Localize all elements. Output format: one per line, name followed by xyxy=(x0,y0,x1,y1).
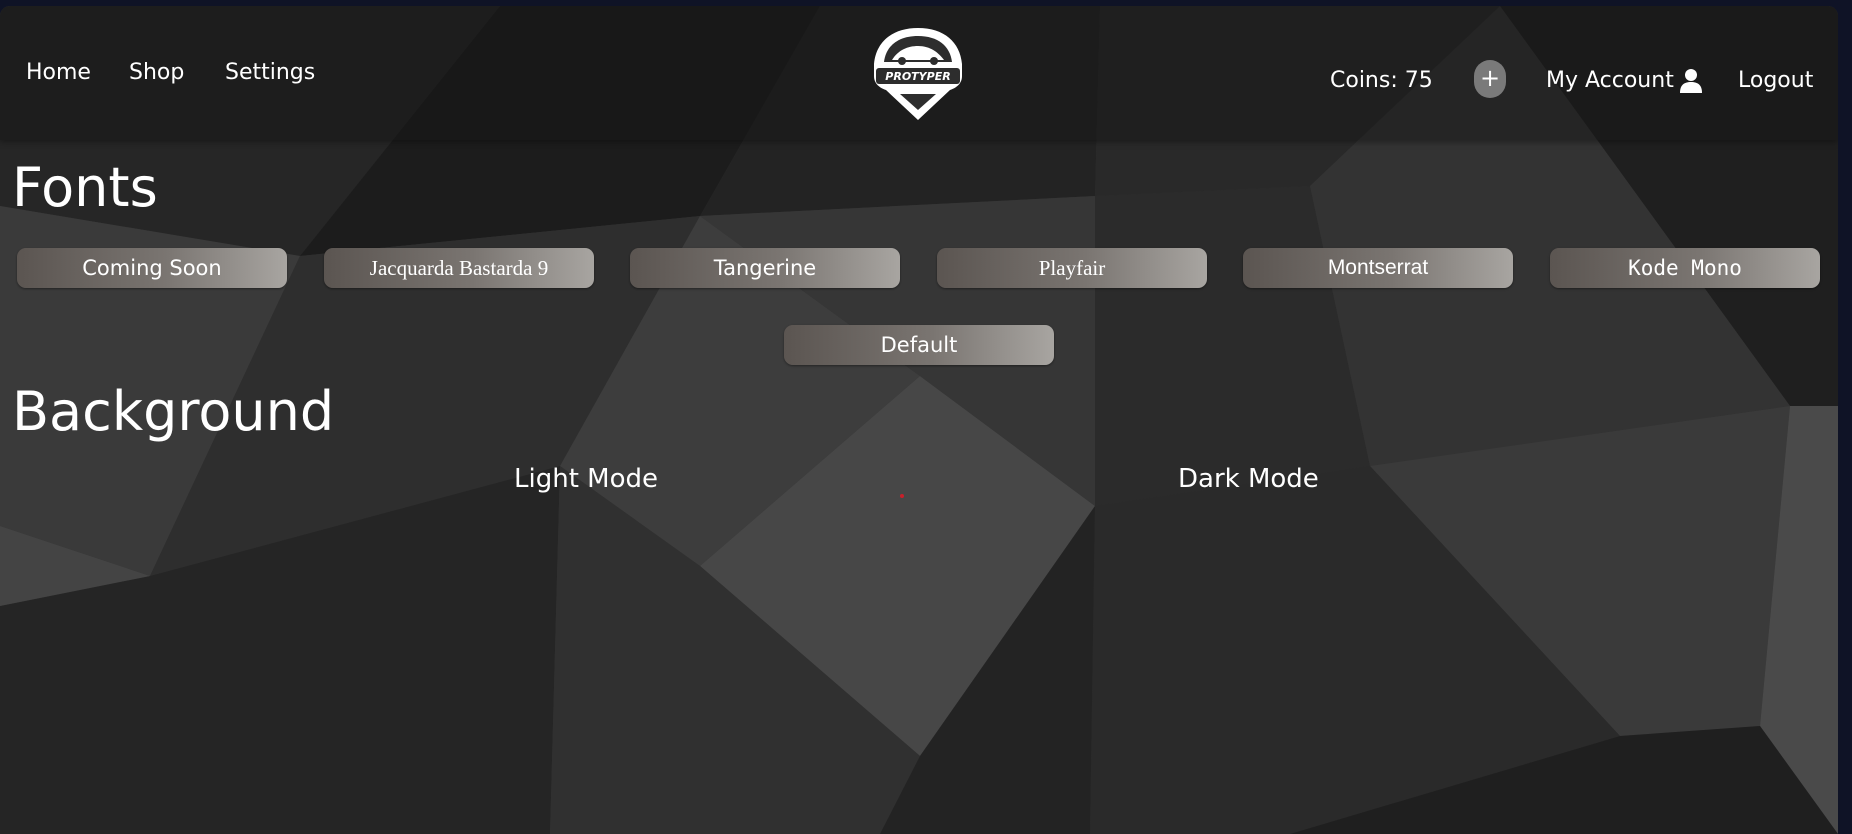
font-button-playfair[interactable]: Playfair xyxy=(937,248,1207,288)
user-icon xyxy=(1679,68,1702,93)
nav-home-link[interactable]: Home xyxy=(26,60,91,85)
light-mode-option[interactable]: Light Mode xyxy=(514,464,658,494)
cursor-dot xyxy=(900,494,904,498)
font-button-kode-mono[interactable]: Kode Mono xyxy=(1550,248,1820,288)
my-account-link[interactable]: My Account xyxy=(1546,68,1702,93)
logout-link[interactable]: Logout xyxy=(1738,68,1813,93)
my-account-label: My Account xyxy=(1546,68,1674,93)
top-navbar: Home Shop Settings PROTYPER Coins: 75 + … xyxy=(0,6,1838,140)
fonts-section-title: Fonts xyxy=(12,156,158,219)
add-coins-button[interactable]: + xyxy=(1474,60,1506,98)
background-section-title: Background xyxy=(12,380,335,443)
settings-page: Home Shop Settings PROTYPER Coins: 75 + … xyxy=(0,6,1838,834)
font-button-coming-soon[interactable]: Coming Soon xyxy=(17,248,287,288)
font-button-tangerine[interactable]: Tangerine xyxy=(630,248,900,288)
font-button-montserrat[interactable]: Montserrat xyxy=(1243,248,1513,288)
font-button-jacquarda-bastarda-9[interactable]: Jacquarda Bastarda 9 xyxy=(324,248,594,288)
dark-mode-option[interactable]: Dark Mode xyxy=(1178,464,1319,494)
protyper-logo[interactable]: PROTYPER xyxy=(868,24,968,128)
logo-text: PROTYPER xyxy=(885,70,950,83)
coins-counter: Coins: 75 xyxy=(1330,68,1433,93)
nav-settings-link[interactable]: Settings xyxy=(225,60,315,85)
nav-shop-link[interactable]: Shop xyxy=(129,60,184,85)
font-button-default[interactable]: Default xyxy=(784,325,1054,365)
